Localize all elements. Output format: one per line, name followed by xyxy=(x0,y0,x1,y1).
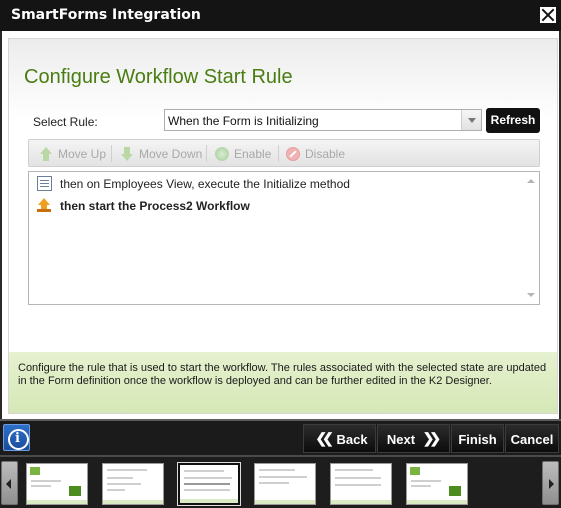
thumb-line xyxy=(184,477,232,479)
thumb-line xyxy=(335,484,381,486)
title-bar: SmartForms Integration xyxy=(0,0,561,31)
info-icon: i xyxy=(15,431,20,446)
scroll-down-icon[interactable] xyxy=(527,293,535,297)
thumb-line xyxy=(335,477,381,479)
info-button[interactable]: i xyxy=(3,424,30,451)
thumb-logo xyxy=(410,467,420,475)
thumb-image xyxy=(69,486,81,496)
disable-icon xyxy=(286,146,300,161)
rule-select[interactable]: When the Form is Initializing xyxy=(164,109,482,131)
rule-list[interactable]: then on Employees View, execute the Init… xyxy=(28,171,540,305)
thumb-footer xyxy=(407,500,467,504)
step-thumbnail-active[interactable] xyxy=(178,463,240,505)
thumb-line xyxy=(259,476,307,478)
thumb-line xyxy=(184,483,230,485)
next-label: Next xyxy=(386,432,416,447)
toolbar-divider xyxy=(206,145,207,162)
arrow-up-icon xyxy=(39,146,53,161)
scroll-left-button[interactable] xyxy=(1,461,18,505)
step-thumbnail[interactable] xyxy=(254,463,316,505)
thumb-line xyxy=(335,469,373,471)
toolbar-divider xyxy=(111,145,112,162)
scroll-up-icon[interactable] xyxy=(527,179,535,183)
close-icon[interactable] xyxy=(540,7,556,23)
list-item-text: then start the Process2 Workflow xyxy=(60,199,250,213)
thumb-image xyxy=(449,486,461,496)
content-panel: Configure Workflow Start Rule Select Rul… xyxy=(8,38,558,414)
page-title: Configure Workflow Start Rule xyxy=(24,66,293,88)
thumb-logo xyxy=(30,467,40,475)
wizard-nav-bar: i ❮❮ Back Next ❯❯ Finish Cancel xyxy=(0,419,561,455)
move-down-label: Move Down xyxy=(139,147,203,161)
thumb-line xyxy=(411,480,441,482)
rule-select-value: When the Form is Initializing xyxy=(168,114,319,128)
thumb-line xyxy=(31,480,61,482)
cancel-button[interactable]: Cancel xyxy=(505,424,559,453)
double-chevron-left-icon: ❮❮ xyxy=(315,430,334,446)
start-workflow-icon xyxy=(37,198,52,213)
step-thumbnail[interactable] xyxy=(406,463,468,505)
list-scrollbar[interactable] xyxy=(522,172,539,304)
thumb-line xyxy=(107,477,133,479)
back-label: Back xyxy=(336,432,368,447)
chevron-down-icon[interactable] xyxy=(461,110,481,130)
thumb-line xyxy=(107,483,141,485)
thumb-line xyxy=(411,485,431,487)
thumb-footer xyxy=(103,500,163,504)
thumb-line xyxy=(31,485,51,487)
thumb-line xyxy=(184,489,230,491)
step-thumbnail[interactable] xyxy=(102,463,164,505)
info-panel: Configure the rule that is used to start… xyxy=(9,352,557,413)
arrow-down-icon xyxy=(120,146,134,161)
scroll-right-button[interactable] xyxy=(542,461,559,505)
move-up-button[interactable]: Move Up xyxy=(39,145,106,163)
step-thumbnail[interactable] xyxy=(330,463,392,505)
thumb-line xyxy=(107,489,125,491)
thumb-footer xyxy=(331,500,391,504)
step-thumbnail[interactable] xyxy=(26,463,88,505)
wizard-body: Configure Workflow Start Rule Select Rul… xyxy=(0,31,561,419)
thumb-footer xyxy=(27,500,87,504)
thumb-line xyxy=(259,482,289,484)
thumb-footer xyxy=(255,500,315,504)
list-item-text: then on Employees View, execute the Init… xyxy=(60,177,350,191)
disable-label: Disable xyxy=(305,147,346,161)
enable-label: Enable xyxy=(234,147,272,161)
move-down-button[interactable]: Move Down xyxy=(120,145,202,163)
refresh-button[interactable]: Refresh xyxy=(486,108,540,133)
thumb-line xyxy=(259,469,295,471)
back-button[interactable]: ❮❮ Back xyxy=(303,424,376,453)
enable-button[interactable]: Enable xyxy=(215,145,271,163)
finish-button[interactable]: Finish xyxy=(451,424,504,453)
next-button[interactable]: Next ❯❯ xyxy=(377,424,450,453)
enable-icon xyxy=(215,146,229,161)
move-up-label: Move Up xyxy=(58,147,107,161)
thumb-line xyxy=(184,470,224,472)
window-title: SmartForms Integration xyxy=(11,7,201,23)
form-view-icon xyxy=(37,176,52,191)
thumb-line xyxy=(107,469,147,471)
select-rule-label: Select Rule: xyxy=(33,115,98,129)
rule-toolbar: Move Up Move Down Enable Disable xyxy=(28,139,540,167)
step-thumbnail-strip xyxy=(0,455,561,508)
thumb-footer xyxy=(180,499,238,503)
toolbar-divider xyxy=(278,145,279,162)
disable-button[interactable]: Disable xyxy=(286,145,345,163)
double-chevron-right-icon: ❯❯ xyxy=(422,430,442,446)
